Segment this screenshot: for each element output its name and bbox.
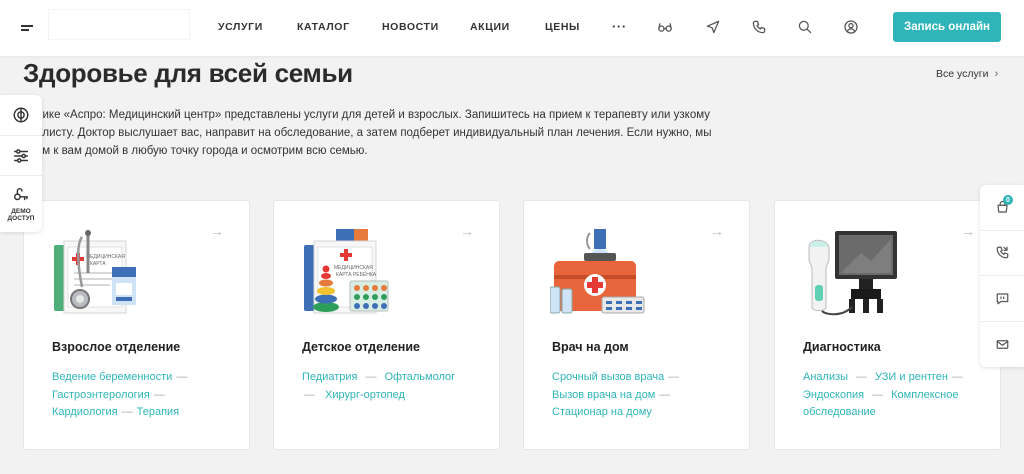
card-title[interactable]: Диагностика	[803, 340, 881, 354]
svg-text:КАРТА РЕБЁНКА: КАРТА РЕБЁНКА	[336, 271, 377, 278]
separator: —	[951, 371, 963, 383]
link-home-hospital[interactable]: Стационар на дому	[552, 406, 652, 418]
first-aid-kit-icon	[550, 229, 645, 314]
link-orthopedic-surgeon[interactable]: Хирург-ортопед	[325, 389, 405, 401]
medical-record-stethoscope-icon: МЕДИЦИНСКАЯ КАРТА	[54, 230, 136, 314]
separator: —	[872, 388, 884, 401]
svg-text:КАРТА: КАРТА	[90, 261, 106, 267]
link-gastroenterology[interactable]: Гастроэнтерология	[52, 389, 150, 401]
chat-quote-icon	[996, 293, 1008, 305]
intro-line: едем к вам домой в любую точку города и …	[23, 145, 368, 157]
separator: —	[153, 388, 165, 401]
link-ophthalmologist[interactable]: Офтальмолог	[384, 371, 455, 383]
phone-icon[interactable]	[750, 18, 768, 36]
svg-text:МЕДИЦИНСКАЯ: МЕДИЦИНСКАЯ	[86, 254, 125, 260]
arrow-right-icon[interactable]: →	[710, 223, 724, 239]
card-title[interactable]: Детское отделение	[302, 340, 420, 354]
link-pediatrics[interactable]: Педиатрия	[302, 371, 357, 383]
all-services-link[interactable]: Все услуги ›	[936, 68, 998, 80]
separator: —	[365, 371, 377, 383]
arrow-right-icon[interactable]: →	[210, 223, 224, 239]
card-title[interactable]: Взрослое отделение	[52, 340, 180, 354]
link-pregnancy[interactable]: Ведение беременности	[52, 371, 172, 383]
service-card-children[interactable]: → МЕДИЦИНСКАЯ КАРТА РЕБЁНКА Детское отде…	[273, 200, 500, 450]
link-endoscopy[interactable]: Эндоскопия	[803, 389, 864, 401]
link-analyses[interactable]: Анализы	[803, 371, 848, 383]
nav-item-promotions[interactable]: АКЦИИ	[470, 21, 510, 33]
cart-count-badge: 0	[1003, 195, 1013, 205]
arrow-right-icon[interactable]: →	[460, 223, 474, 239]
link-ultrasound-xray[interactable]: УЗИ и рентген	[875, 371, 948, 383]
sliders-icon	[13, 148, 29, 163]
nav-item-services[interactable]: УСЛУГИ	[218, 21, 263, 33]
children-medical-record-icon: МЕДИЦИНСКАЯ КАРТА РЕБЁНКА	[304, 229, 389, 314]
cart-button[interactable]: 0	[980, 185, 1024, 231]
key-icon	[13, 188, 29, 201]
nav-more-button[interactable]: ···	[612, 19, 627, 34]
all-services-label: Все услуги	[936, 68, 989, 80]
svg-text:МЕДИЦИНСКАЯ: МЕДИЦИНСКАЯ	[334, 265, 373, 271]
color-theme-icon	[13, 107, 29, 123]
book-online-button[interactable]: Запись онлайн	[893, 12, 1001, 42]
user-account-icon[interactable]	[842, 18, 860, 36]
separator: —	[176, 371, 188, 383]
vision-impaired-icon[interactable]	[656, 18, 674, 36]
right-floating-panel: 0	[980, 185, 1024, 367]
page-title: Здоровье для всей семьи	[23, 58, 353, 88]
intro-line: линике «Аспро: Медицинский центр» предст…	[23, 109, 711, 121]
site-header: УСЛУГИ КАТАЛОГ НОВОСТИ АКЦИИ ЦЕНЫ ··· За…	[0, 0, 1024, 56]
link-cardiology[interactable]: Кардиология	[52, 406, 118, 418]
link-therapy[interactable]: Терапия	[137, 406, 180, 418]
card-links: Срочный вызов врача — Вызов врача на дом —…	[552, 369, 732, 422]
nav-item-prices[interactable]: ЦЕНЫ	[545, 21, 580, 33]
burger-menu-icon[interactable]	[21, 22, 35, 34]
service-card-home-doctor[interactable]: → Врач на дом Срочный вызов врача — Вызов…	[523, 200, 750, 450]
card-links: Ведение беременности — Гастроэнтерология —…	[52, 369, 232, 422]
demo-label-line: ДОСТУП	[7, 215, 35, 222]
separator: —	[304, 388, 315, 401]
location-icon[interactable]	[704, 18, 722, 36]
phone-callback-icon	[996, 246, 1008, 259]
separator: —	[659, 388, 671, 401]
link-urgent-call[interactable]: Срочный вызов врача	[552, 371, 664, 383]
card-links: Педиатрия — Офтальмолог — Хирург-ортопед	[302, 369, 482, 404]
intro-text: линике «Аспро: Медицинский центр» предст…	[23, 106, 723, 160]
demo-access-button[interactable]: ДЕМО ДОСТУП	[0, 176, 42, 232]
service-card-diagnostics[interactable]: → Диагностика Анализы — УЗИ и рентген — Энд…	[774, 200, 1001, 450]
envelope-icon	[996, 339, 1008, 349]
service-card-adult[interactable]: → МЕДИЦИНСКАЯ КАРТА Взрослое отделение В…	[23, 200, 250, 450]
card-links: Анализы — УЗИ и рентген — Эндоскопия — Компле…	[803, 369, 983, 422]
search-icon[interactable]	[796, 18, 814, 36]
demo-label-line: ДЕМО	[11, 208, 31, 215]
intro-line: циалисту. Доктор выслушает вас, направит…	[23, 127, 712, 139]
left-floating-panel: ДЕМО ДОСТУП	[0, 95, 42, 232]
nav-item-catalog[interactable]: КАТАЛОГ	[297, 21, 350, 33]
card-title[interactable]: Врач на дом	[552, 340, 629, 354]
demo-access-label: ДЕМО ДОСТУП	[8, 208, 35, 222]
ultrasound-machine-icon	[808, 231, 897, 316]
link-home-call[interactable]: Вызов врача на дом	[552, 389, 655, 401]
callback-button[interactable]	[980, 231, 1024, 276]
arrow-right-icon[interactable]: →	[961, 223, 975, 239]
nav-item-news[interactable]: НОВОСТИ	[382, 21, 439, 33]
settings-button[interactable]	[0, 136, 42, 176]
email-button[interactable]	[980, 322, 1024, 368]
separator: —	[121, 406, 133, 418]
theme-toggle-button[interactable]	[0, 95, 42, 136]
chevron-right-icon: ›	[994, 68, 999, 80]
separator: —	[856, 371, 868, 383]
logo[interactable]	[48, 9, 190, 40]
reviews-button[interactable]	[980, 276, 1024, 322]
separator: —	[668, 371, 680, 383]
